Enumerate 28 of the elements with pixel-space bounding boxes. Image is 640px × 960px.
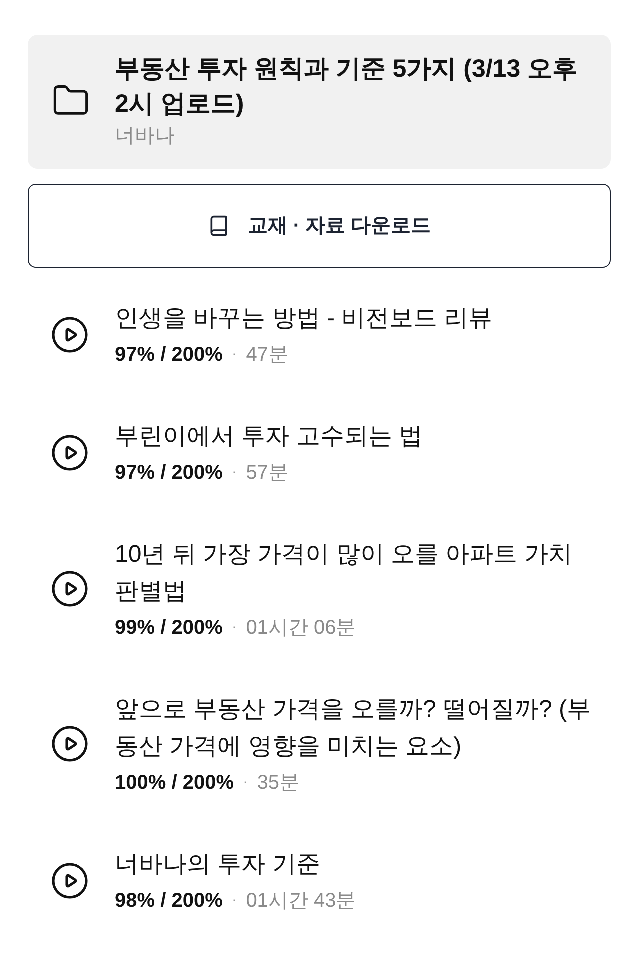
play-icon[interactable] <box>52 316 88 352</box>
author-name: 너바나 <box>115 124 176 149</box>
duration-text: 47분 <box>246 343 288 368</box>
progress-text: 97% / 200% <box>115 343 223 368</box>
lesson-title[interactable]: 부린이에서 투자 고수되는 법 <box>115 418 600 455</box>
progress-text: 99% / 200% <box>115 616 223 641</box>
play-icon[interactable] <box>52 726 88 762</box>
progress-text: 100% / 200% <box>115 771 234 796</box>
playlist-title: 부동산 투자 원칙과 기준 5가지 (3/13 오후 2시 업로드) <box>115 54 579 120</box>
duration-text: 35분 <box>257 771 300 796</box>
progress-text: 98% / 200% <box>115 889 223 914</box>
duration-text: 01시간 06분 <box>246 616 356 641</box>
play-icon[interactable] <box>52 862 88 898</box>
separator: · <box>242 773 248 793</box>
separator: · <box>232 618 238 638</box>
duration-text: 57분 <box>246 461 288 486</box>
separator: · <box>232 345 238 365</box>
lesson-title[interactable]: 10년 뒤 가장 가격이 많이 오를 아파트 가치 판별법 <box>115 536 600 610</box>
separator: · <box>232 891 238 911</box>
lesson-title[interactable]: 인생을 바꾸는 방법 - 비전보드 리뷰 <box>115 300 600 337</box>
progress-text: 97% / 200% <box>115 461 223 486</box>
play-icon[interactable] <box>52 571 88 607</box>
play-icon[interactable] <box>52 434 88 470</box>
duration-text: 01시간 43분 <box>246 889 356 914</box>
lesson-title[interactable]: 너바나의 투자 기준 <box>115 846 600 883</box>
lesson-title[interactable]: 앞으로 부동산 가격을 오를까? 떨어질까? (부동산 가격에 영향을 미치는 요소) <box>115 691 600 765</box>
download-button[interactable]: 교재 · 자료 다운로드 <box>28 184 611 268</box>
separator: · <box>232 463 238 483</box>
